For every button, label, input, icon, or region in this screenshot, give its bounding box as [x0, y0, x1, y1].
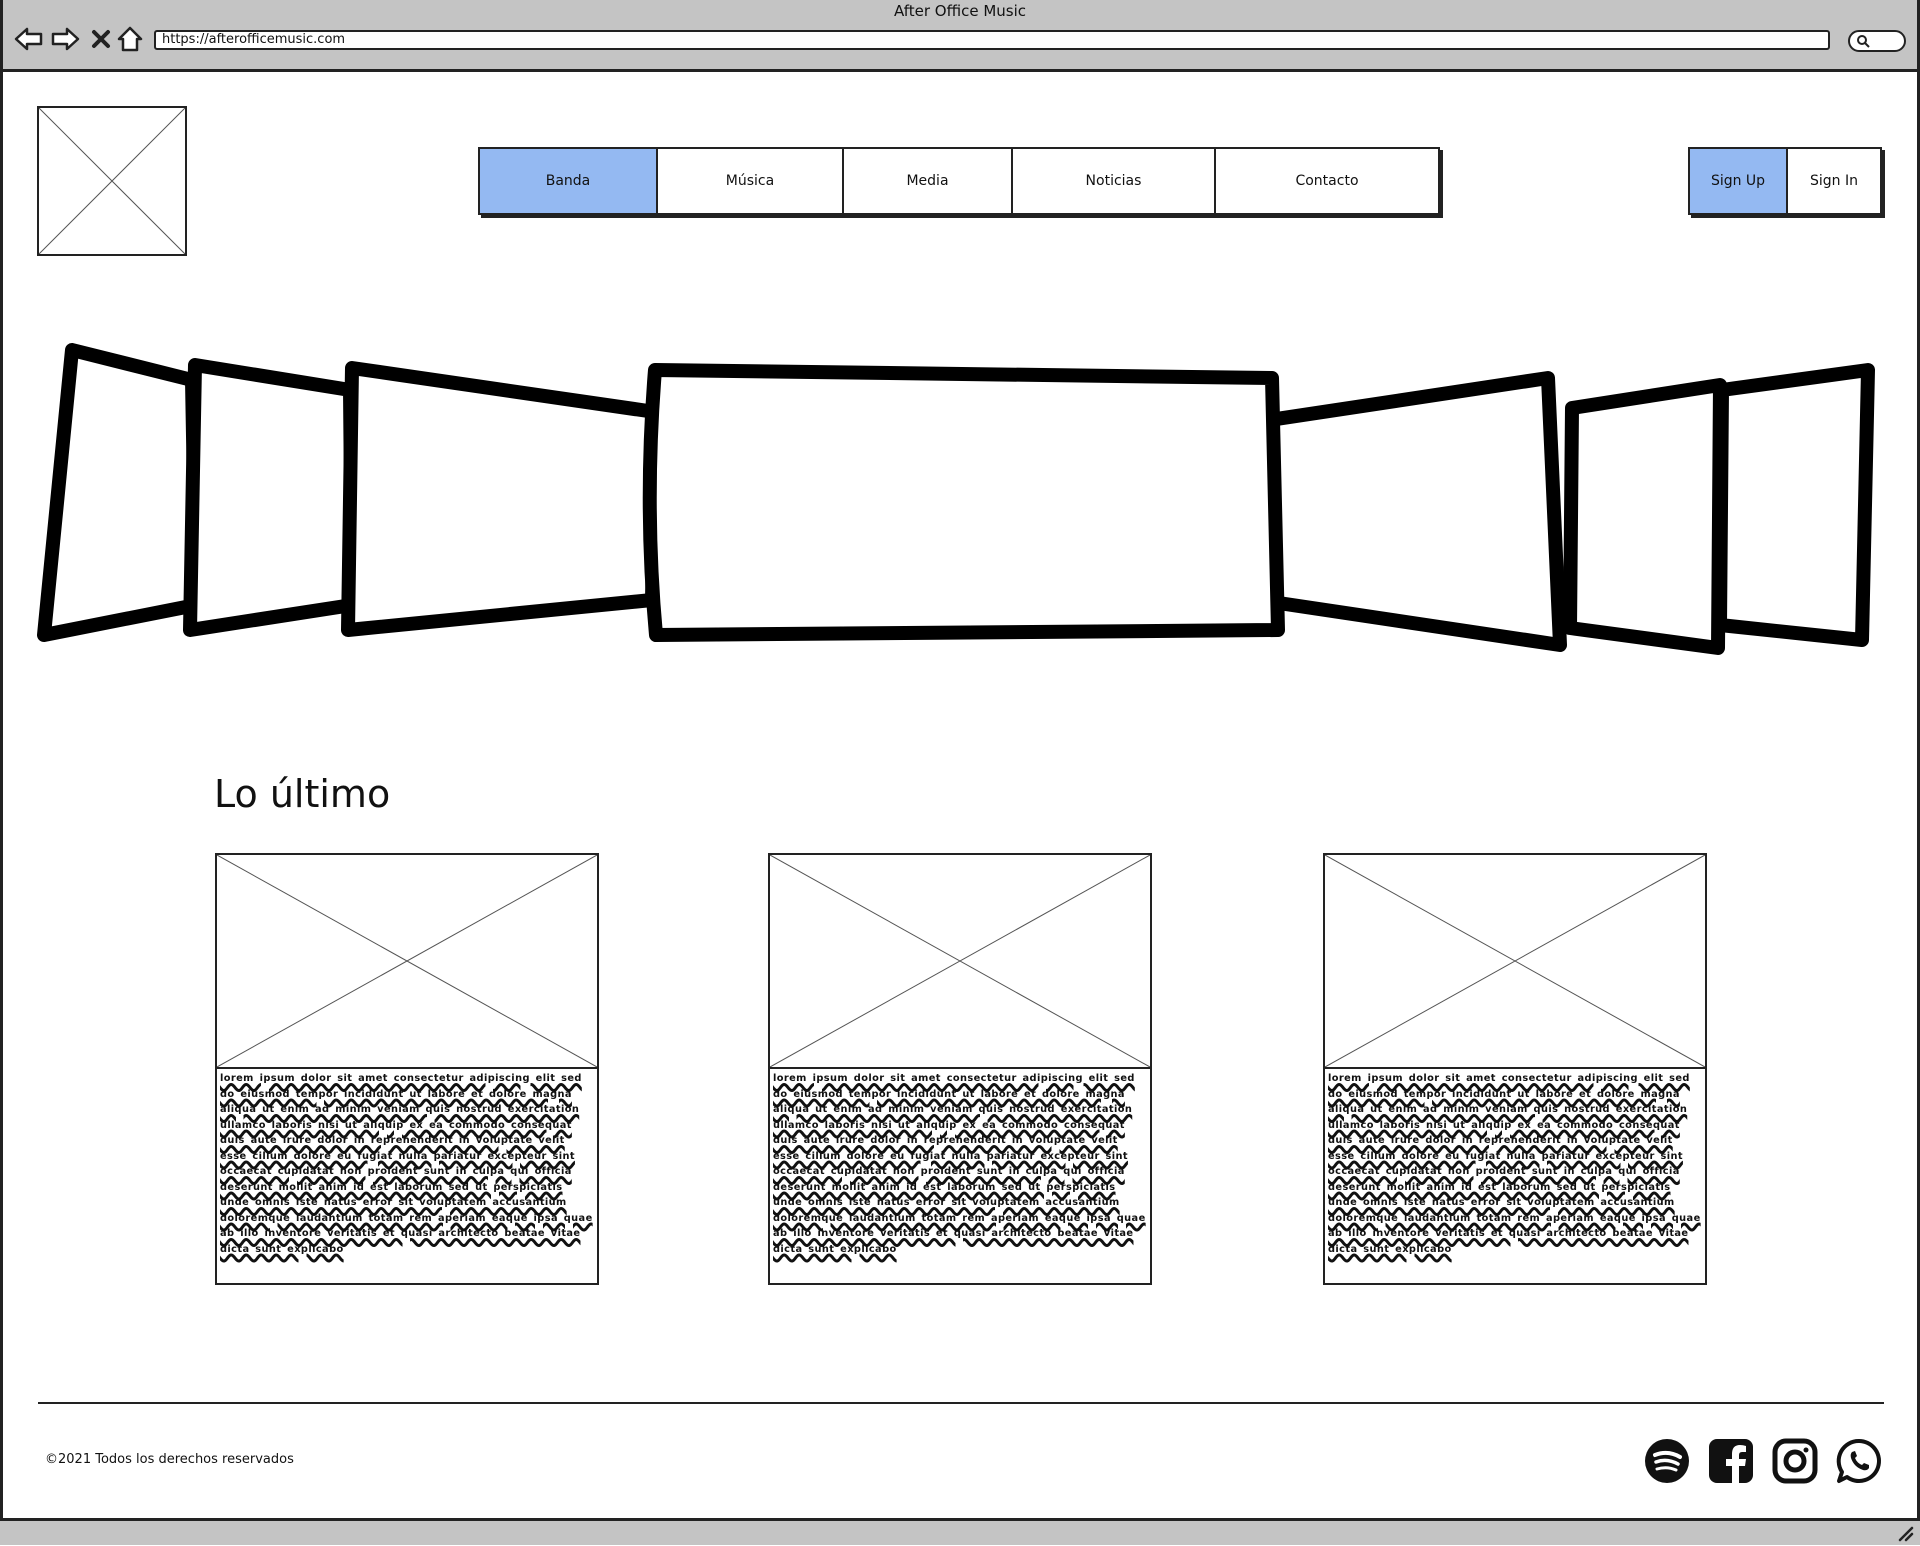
copyright-text: ©2021 Todos los derechos reservados — [45, 1452, 294, 1467]
address-bar[interactable]: https://afterofficemusic.com — [154, 30, 1830, 50]
card-text: lorem ipsum dolor sit amet consectetur a… — [773, 1073, 1146, 1255]
carousel-slide-6 — [1563, 378, 1727, 655]
whatsapp-icon[interactable] — [1836, 1438, 1882, 1484]
cover-flow-carousel[interactable] — [0, 330, 1920, 670]
forward-icon[interactable] — [48, 22, 82, 56]
instagram-icon[interactable] — [1772, 1438, 1818, 1484]
card-image-placeholder — [770, 855, 1150, 1069]
window-title: After Office Music — [893, 2, 1027, 20]
main-nav: Banda Música Media Noticias Contacto — [478, 147, 1440, 215]
back-icon[interactable] — [12, 22, 46, 56]
carousel-slide-center — [642, 363, 1285, 642]
card-image-placeholder — [217, 855, 597, 1069]
carousel-slide-5 — [1263, 371, 1567, 652]
nav-item-banda[interactable]: Banda — [480, 149, 658, 213]
nav-item-contacto[interactable]: Contacto — [1216, 149, 1438, 213]
logo-placeholder — [37, 106, 187, 256]
carousel-slide-7 — [1713, 363, 1875, 647]
news-card[interactable]: lorem ipsum dolor sit amet consectetur a… — [1323, 853, 1707, 1285]
sign-in-button[interactable]: Sign In — [1788, 149, 1880, 213]
carousel-slide-1 — [37, 343, 203, 642]
footer-divider — [38, 1402, 1884, 1404]
resize-grip-icon[interactable] — [1896, 1524, 1914, 1542]
nav-item-musica[interactable]: Música — [658, 149, 844, 213]
nav-item-noticias[interactable]: Noticias — [1013, 149, 1216, 213]
home-icon[interactable] — [113, 22, 147, 56]
facebook-icon[interactable] — [1708, 1438, 1754, 1484]
auth-buttons: Sign Up Sign In — [1688, 147, 1882, 215]
carousel-slide-2 — [183, 358, 359, 637]
sign-up-button[interactable]: Sign Up — [1690, 149, 1788, 213]
search-icon[interactable] — [1848, 30, 1906, 52]
section-heading: Lo último — [214, 772, 391, 816]
spotify-icon[interactable] — [1644, 1438, 1690, 1484]
news-card[interactable]: lorem ipsum dolor sit amet consectetur a… — [215, 853, 599, 1285]
nav-item-media[interactable]: Media — [844, 149, 1013, 213]
card-text: lorem ipsum dolor sit amet consectetur a… — [1328, 1073, 1701, 1255]
news-card[interactable]: lorem ipsum dolor sit amet consectetur a… — [768, 853, 1152, 1285]
carousel-slide-3 — [341, 361, 662, 637]
status-bar — [0, 1518, 1920, 1545]
card-image-placeholder — [1325, 855, 1705, 1069]
card-text: lorem ipsum dolor sit amet consectetur a… — [220, 1073, 593, 1255]
window-border-left — [0, 0, 3, 1545]
